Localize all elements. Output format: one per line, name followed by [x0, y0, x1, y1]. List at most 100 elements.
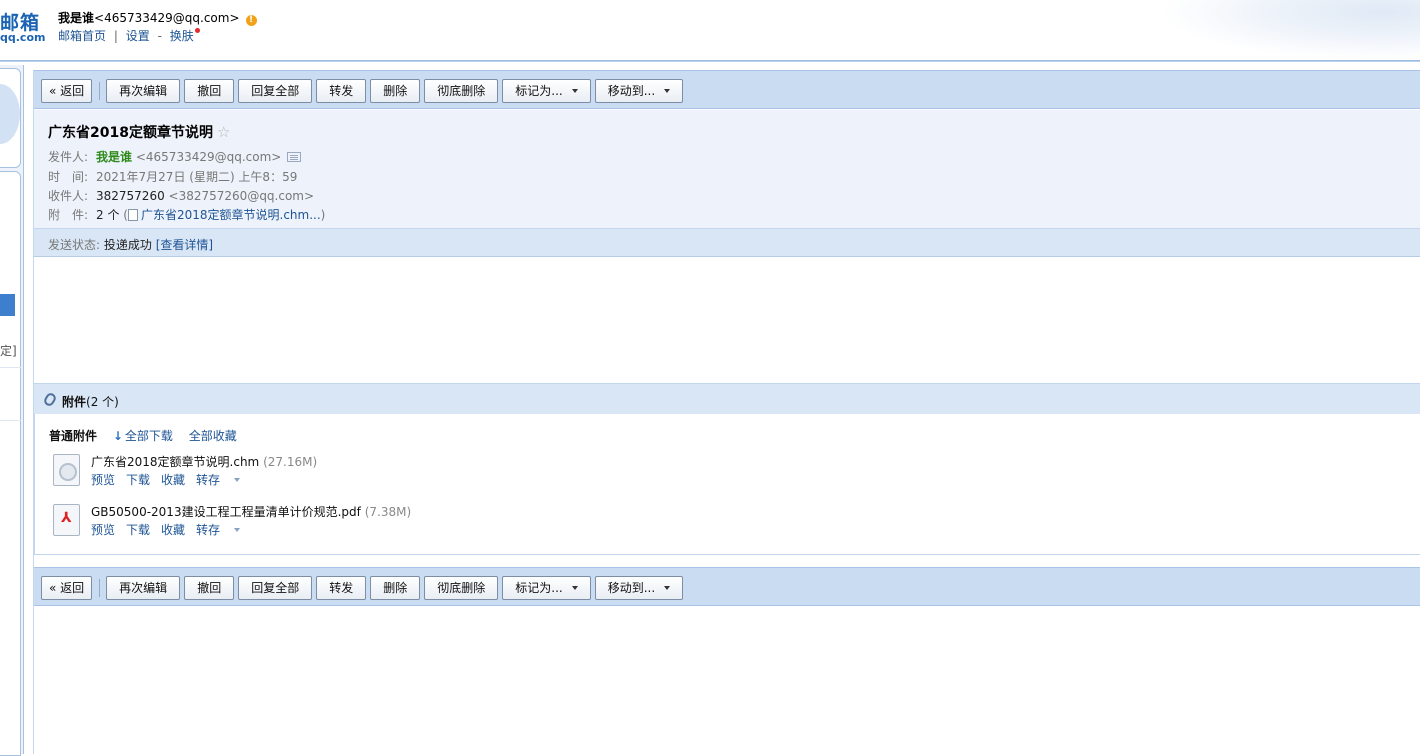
account-info: 我是谁<465733429@qq.com>! — [58, 9, 257, 26]
download-arrow-icon: ↓ — [112, 429, 123, 443]
collect-all-link[interactable]: 全部收藏 — [189, 429, 237, 443]
preview-link[interactable]: 预览 — [91, 473, 115, 487]
download-link[interactable]: 下载 — [126, 473, 150, 487]
settings-link[interactable]: 设置 — [126, 29, 150, 43]
delete-forever-button[interactable]: 彻底删除 — [424, 79, 499, 103]
collect-link[interactable]: 收藏 — [161, 523, 185, 537]
save-to-label: 转存 — [196, 473, 221, 487]
save-to-dropdown[interactable]: 转存 — [196, 473, 251, 487]
mark-as-dropdown[interactable]: 标记为... — [502, 576, 591, 600]
sidebar-divider — [0, 367, 21, 368]
logo-domain: qq.com — [0, 31, 46, 44]
attachment-size: (27.16M) — [263, 455, 318, 469]
move-to-dropdown[interactable]: 移动到... — [594, 576, 684, 600]
move-to-dropdown[interactable]: 移动到... — [594, 79, 684, 103]
delete-button[interactable]: 删除 — [370, 576, 421, 600]
sidebar-divider — [0, 420, 21, 421]
header-divider — [0, 60, 1420, 62]
chevron-down-icon — [234, 478, 241, 482]
collect-link[interactable]: 收藏 — [161, 473, 185, 487]
attachment-actions: 预览 下载 收藏 转存 — [91, 521, 262, 538]
mark-as-dropdown[interactable]: 标记为... — [502, 79, 591, 103]
account-email: <465733429@qq.com> — [94, 11, 240, 25]
attachment-item: 广东省2018定额章节说明.chm (27.16M) 预览 下载 收藏 转存 — [53, 454, 753, 490]
attachment-row: 附 件: 2 个 (广东省2018定额章节说明.chm...) — [48, 206, 325, 223]
top-links: 邮箱首页 | 设置 - 换肤 — [58, 27, 200, 44]
back-button[interactable]: « 返回 — [41, 79, 93, 103]
toolbar-separator — [99, 579, 101, 597]
attachment-count: 2 个 — [96, 208, 120, 222]
save-to-dropdown[interactable]: 转存 — [196, 523, 251, 537]
sender-name[interactable]: 我是谁 — [96, 150, 132, 164]
account-name: 我是谁 — [58, 11, 95, 25]
top-header: 邮箱 qq.com 我是谁<465733429@qq.com>! 邮箱首页 | … — [0, 0, 1420, 62]
attachment-preview-link[interactable]: 广东省2018定额章节说明.chm... — [141, 208, 321, 222]
save-to-label: 转存 — [196, 523, 221, 537]
sender-label: 发件人: — [48, 150, 89, 164]
sidebar-selected-item[interactable] — [0, 294, 15, 316]
delivery-status-bar: 发送状态: 投递成功 [查看详情] — [34, 228, 1420, 257]
change-skin-link[interactable]: 换肤 — [170, 29, 194, 43]
star-icon[interactable]: ☆ — [217, 123, 230, 141]
attachments-actions: 普通附件 ↓ 全部下载 全部收藏 — [49, 427, 249, 444]
attachment-size: (7.38M) — [364, 505, 412, 519]
separator: - — [157, 29, 162, 43]
attachment-actions: 预览 下载 收藏 转存 — [91, 471, 262, 488]
status-value: 投递成功 — [103, 238, 152, 252]
delete-button[interactable]: 删除 — [370, 79, 421, 103]
time-label: 时 间: — [48, 170, 89, 184]
file-icon — [127, 209, 138, 221]
chevron-down-icon — [571, 586, 578, 590]
sender-row: 发件人: 我是谁 <465733429@qq.com> — [48, 148, 302, 165]
status-details-link[interactable]: [查看详情] — [156, 238, 213, 252]
chm-file-icon[interactable] — [53, 454, 80, 486]
mail-toolbar-top: « 返回 再次编辑 撤回 回复全部 转发 删除 彻底删除 标记为... 移动到.… — [34, 70, 1420, 109]
attachment-name[interactable]: GB50500-2013建设工程工程量清单计价规范.pdf — [91, 505, 361, 519]
attachments-header: 附件(2 个) — [34, 383, 1420, 414]
separator: | — [113, 29, 118, 43]
attachments-title: 附件(2 个) — [62, 393, 119, 410]
mail-read-panel: « 返回 再次编辑 撤回 回复全部 转发 删除 彻底删除 标记为... 移动到.… — [33, 70, 1420, 754]
delivery-status: 发送状态: 投递成功 [查看详情] — [48, 236, 213, 253]
attachments-count: (2 个) — [86, 395, 119, 409]
sidebar: 定] — [0, 65, 24, 756]
header-decoration — [1160, 0, 1420, 60]
reedit-button[interactable]: 再次编辑 — [106, 79, 181, 103]
recipient-email[interactable]: <382757260@qq.com> — [169, 189, 315, 203]
reedit-button[interactable]: 再次编辑 — [106, 576, 181, 600]
time-value: 2021年7月27日 (星期二) 上午8：59 — [96, 170, 298, 184]
mail-header: 广东省2018定额章节说明 ☆ 发件人: 我是谁 <465733429@qq.com… — [34, 110, 1420, 228]
attachment-filename: GB50500-2013建设工程工程量清单计价规范.pdf (7.38M) — [91, 503, 411, 520]
mark-as-label: 标记为... — [515, 84, 563, 98]
warning-icon[interactable]: ! — [245, 15, 257, 26]
contact-card-icon[interactable] — [287, 152, 302, 162]
recipient-name[interactable]: 382757260 — [96, 189, 165, 203]
chevron-down-icon — [664, 586, 671, 590]
mail-home-link[interactable]: 邮箱首页 — [58, 29, 106, 43]
mail-subject: 广东省2018定额章节说明 ☆ — [48, 122, 230, 142]
sender-email[interactable]: <465733429@qq.com> — [136, 150, 282, 164]
recall-button[interactable]: 撤回 — [184, 79, 235, 103]
normal-attachments-label: 普通附件 — [49, 429, 98, 443]
attachment-item: GB50500-2013建设工程工程量清单计价规范.pdf (7.38M) 预览… — [53, 504, 753, 540]
forward-button[interactable]: 转发 — [316, 576, 367, 600]
pdf-file-icon[interactable] — [53, 504, 80, 536]
preview-link[interactable]: 预览 — [91, 523, 115, 537]
mail-toolbar-bottom: « 返回 再次编辑 撤回 回复全部 转发 删除 彻底删除 标记为... 移动到.… — [34, 567, 1420, 606]
subject-text: 广东省2018定额章节说明 — [48, 125, 213, 141]
move-to-label: 移动到... — [607, 581, 656, 595]
download-link[interactable]: 下载 — [126, 523, 150, 537]
forward-button[interactable]: 转发 — [316, 79, 367, 103]
attachment-paren-close: ) — [320, 208, 326, 222]
mark-as-label: 标记为... — [515, 581, 563, 595]
sidebar-partial-label[interactable]: 定] — [0, 342, 17, 359]
reply-all-button[interactable]: 回复全部 — [238, 576, 313, 600]
attachment-name[interactable]: 广东省2018定额章节说明.chm — [91, 455, 259, 469]
delete-forever-button[interactable]: 彻底删除 — [424, 576, 499, 600]
download-all-link[interactable]: ↓ 全部下载 — [113, 429, 173, 443]
reply-all-button[interactable]: 回复全部 — [238, 79, 313, 103]
download-all-label: 全部下载 — [124, 429, 173, 443]
recall-button[interactable]: 撤回 — [184, 576, 235, 600]
paperclip-icon — [42, 391, 58, 408]
back-button[interactable]: « 返回 — [41, 576, 93, 600]
